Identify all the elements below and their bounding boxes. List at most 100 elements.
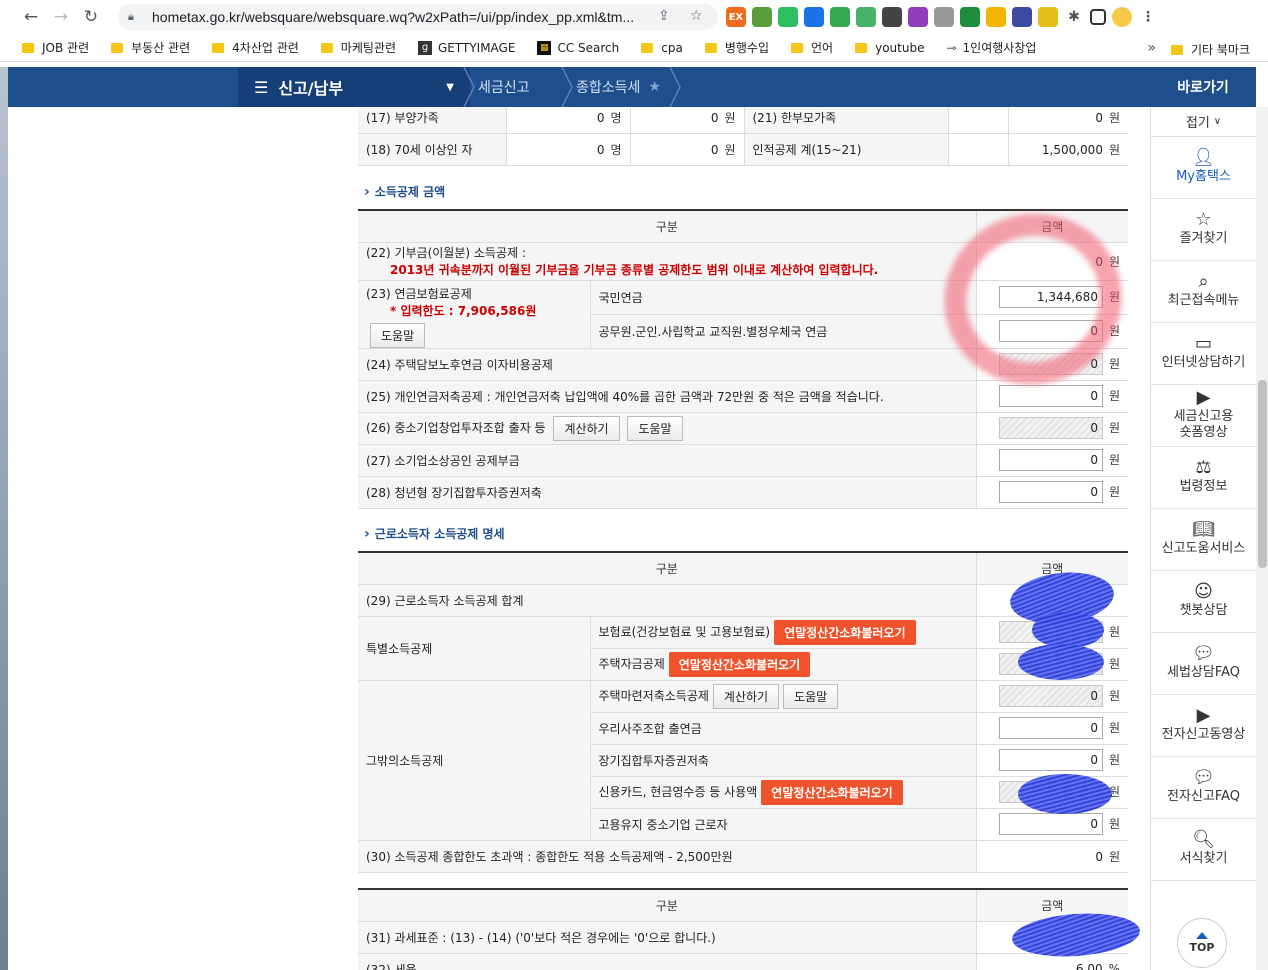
bookmark-marketing[interactable]: 마케팅관련 bbox=[320, 39, 396, 56]
row-label-text: 신용카드, 현금영수증 등 사용액 bbox=[598, 784, 758, 799]
favorite-star-icon[interactable]: ★ bbox=[648, 79, 661, 95]
folder-icon bbox=[855, 42, 868, 53]
small-business-input[interactable]: 0 bbox=[998, 449, 1103, 471]
quick-menu-title: 바로가기 bbox=[1150, 67, 1256, 107]
sidebar-item-label: 세금신고용 숏폼영상 bbox=[1173, 409, 1234, 440]
address-bar[interactable]: 🔒︎ hometax.go.kr/websquare/websquare.wq?… bbox=[118, 4, 718, 30]
back-icon[interactable]: ← bbox=[16, 2, 46, 32]
globe-icon[interactable] bbox=[934, 7, 954, 27]
row-label: 특별소득공제 bbox=[358, 615, 591, 681]
drive-icon[interactable] bbox=[830, 7, 850, 27]
bookmark-label: JOB 관련 bbox=[42, 41, 90, 55]
profile-avatar-icon[interactable] bbox=[1112, 7, 1132, 27]
bookmark-other[interactable]: 기타 북마크 bbox=[1170, 41, 1250, 58]
esop-input[interactable]: 0 bbox=[998, 717, 1103, 739]
sidebar-item-law-info[interactable]: ⚖ 법령정보 bbox=[1151, 447, 1256, 509]
folder-icon bbox=[212, 42, 225, 53]
ext-purple-icon[interactable] bbox=[908, 7, 928, 27]
personal-pension-input[interactable]: 0 bbox=[998, 385, 1103, 407]
row-label: (18) 70세 이상인 자 bbox=[358, 133, 507, 166]
bookmark-cpa[interactable]: cpa bbox=[641, 41, 683, 55]
sidepanel-icon[interactable] bbox=[1090, 9, 1106, 25]
bookmark-label: GETTYIMAGE bbox=[438, 40, 516, 55]
reload-icon[interactable]: ↻ bbox=[76, 2, 106, 32]
import-yearend-button[interactable]: 연말정산간소화불러오기 bbox=[774, 619, 916, 645]
bookmark-4th-industry[interactable]: 4차산업 관련 bbox=[212, 39, 299, 56]
url-text: hometax.go.kr/websquare/websquare.wq?w2x… bbox=[152, 9, 635, 25]
main-menu-dropdown[interactable]: ☰ 신고/납부 ▼ bbox=[238, 67, 470, 107]
table-row: (30) 소득공제 종합한도 초과액 : 종합한도 적용 소득공제액 - 2,5… bbox=[358, 839, 1128, 873]
lock-icon: 🔒︎ bbox=[128, 10, 134, 23]
sidebar-item-efiling-video[interactable]: ▶ 전자신고동영상 bbox=[1151, 695, 1256, 757]
sidebar-item-tax-faq[interactable]: 💬︎ 세법상담FAQ bbox=[1151, 633, 1256, 695]
help-button[interactable]: 도움말 bbox=[783, 683, 839, 709]
help-button[interactable]: 도움말 bbox=[627, 415, 683, 441]
sidebar-item-label: 전자신고동영상 bbox=[1161, 727, 1246, 742]
row-label: (28) 청년형 장기집합투자증권저축 bbox=[358, 475, 977, 509]
evernote-icon[interactable] bbox=[778, 7, 798, 27]
extensions-puzzle-icon[interactable]: ✱ bbox=[1064, 7, 1084, 27]
tax-base-table: 구분 금액 (31) 과세표준 : (13) - (14) ('0'보다 적은 경… bbox=[358, 888, 1128, 970]
sidebar-item-form-search[interactable]: 🔍︎ 서식찾기 bbox=[1151, 819, 1256, 881]
amount-cell: 0원 bbox=[976, 475, 1128, 509]
ext-q-icon[interactable] bbox=[986, 7, 1006, 27]
section-title-earned-income: 근로소득자 소득공제 명세 bbox=[364, 525, 505, 542]
empty-cell bbox=[948, 107, 1009, 134]
sidebar-item-filing-help[interactable]: 📖︎ 신고도움서비스 bbox=[1151, 509, 1256, 571]
help-button[interactable]: 도움말 bbox=[370, 322, 426, 348]
bookmark-youtube[interactable]: youtube bbox=[855, 41, 924, 55]
col-category-header: 구분 bbox=[358, 551, 977, 585]
pen-icon[interactable] bbox=[960, 7, 980, 27]
calculate-button[interactable]: 계산하기 bbox=[712, 683, 780, 709]
sidebar-item-shortform-video[interactable]: ▶ 세금신고용 숏폼영상 bbox=[1151, 385, 1256, 447]
folder-icon bbox=[22, 42, 34, 53]
forward-icon[interactable]: → bbox=[46, 2, 76, 32]
bookmarks-overflow-icon[interactable]: » bbox=[1147, 40, 1156, 56]
sidebar-item-favorites[interactable]: ☆ 즐겨찾기 bbox=[1151, 199, 1256, 261]
ext-ex-icon[interactable]: EX bbox=[726, 7, 746, 27]
top-button[interactable]: TOP bbox=[1177, 918, 1227, 968]
row-label: (17) 부양가족 bbox=[358, 107, 507, 134]
bookmark-label: cpa bbox=[661, 40, 683, 55]
calculate-button[interactable]: 계산하기 bbox=[553, 415, 620, 441]
sidebar-item-online-consult[interactable]: ▭ 인터넷상담하기 bbox=[1151, 323, 1256, 385]
import-yearend-button[interactable]: 연말정산간소화불러오기 bbox=[761, 779, 903, 805]
row-label-text: 보험료(건강보험료 및 고용보험료) bbox=[598, 624, 771, 639]
employment-retention-input[interactable]: 0 bbox=[998, 813, 1103, 835]
sidebar-item-recent[interactable]: ⌕ 최근접속메뉴 bbox=[1151, 261, 1256, 323]
sidebar-item-my-hometax[interactable]: 👤︎ My홈택스 bbox=[1151, 137, 1256, 199]
bookmark-parallel-import[interactable]: 병행수입 bbox=[704, 39, 769, 56]
youth-savings-input[interactable]: 0 bbox=[998, 481, 1103, 503]
ext-nw-icon[interactable] bbox=[882, 7, 902, 27]
breadcrumb-label: 종합소득세 bbox=[576, 80, 641, 96]
bookmark-job[interactable]: JOB 관련 bbox=[22, 39, 89, 56]
folder-icon bbox=[111, 42, 124, 53]
menu-dots-icon[interactable]: ⋮ bbox=[1138, 7, 1158, 27]
row-note: 2013년 귀속분까지 이월된 기부금을 기부금 종류별 공제한도 범위 이내로… bbox=[390, 263, 879, 277]
bookmark-star-icon[interactable]: ☆ bbox=[690, 8, 703, 24]
breadcrumb-separator-icon bbox=[669, 67, 681, 107]
sidebar-item-chatbot[interactable]: ☺ 챗봇상담 bbox=[1151, 571, 1256, 633]
ext-yellow-icon[interactable] bbox=[1038, 7, 1058, 27]
share-icon[interactable]: ⇪ bbox=[658, 8, 670, 24]
bookmark-cc-search[interactable]: ▦ CC Search bbox=[537, 40, 619, 55]
bookmark-realestate[interactable]: 부동산 관련 bbox=[111, 39, 190, 56]
scrollbar-thumb[interactable] bbox=[1258, 380, 1267, 568]
ext-puzzle-icon[interactable] bbox=[752, 7, 772, 27]
sidebar-item-label: 전자신고FAQ bbox=[1166, 789, 1241, 804]
fold-button[interactable]: 접기 ∨ bbox=[1151, 107, 1256, 137]
bookmark-gettyimage[interactable]: g GETTYIMAGE bbox=[418, 40, 516, 55]
bookmark-language[interactable]: 언어 bbox=[791, 39, 833, 56]
breadcrumb-tax-report[interactable]: 세금신고 bbox=[478, 67, 530, 107]
import-yearend-button[interactable]: 연말정산간소화불러오기 bbox=[668, 651, 811, 677]
sidebar-item-efiling-faq[interactable]: 💬︎ 전자신고FAQ bbox=[1151, 757, 1256, 819]
ext-green-icon[interactable] bbox=[856, 7, 876, 27]
long-term-fund-input[interactable]: 0 bbox=[998, 749, 1103, 771]
ext-blue-icon[interactable] bbox=[1012, 7, 1032, 27]
row-label: (23) 연금보험료공제 * 입력한도 : 7,906,586원 도움말 bbox=[358, 279, 591, 349]
main-menu-label: 신고/납부 bbox=[278, 79, 344, 98]
bookmark-travel-startup[interactable]: ⊸ 1인여행사창업 bbox=[946, 39, 1036, 56]
shield-icon[interactable] bbox=[804, 7, 824, 27]
breadcrumb-global-income-tax[interactable]: 종합소득세 ★ bbox=[576, 67, 661, 107]
row-label-text: (23) 연금보험료공제 bbox=[366, 286, 472, 301]
